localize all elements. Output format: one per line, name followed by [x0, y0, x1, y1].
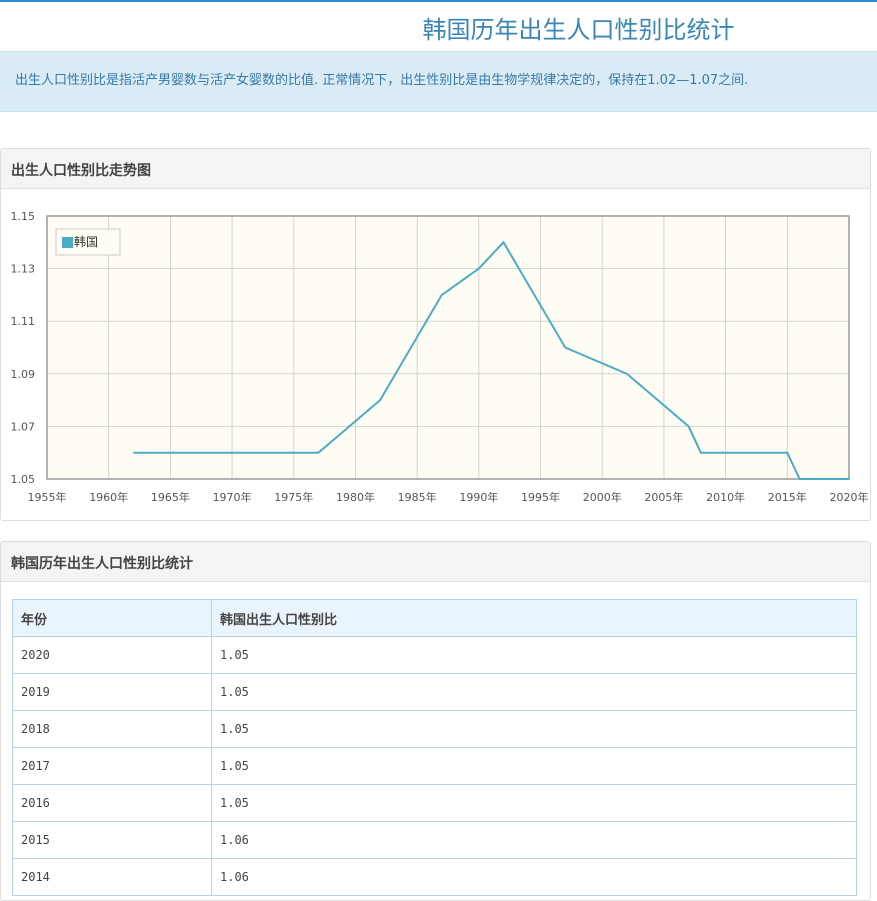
x-tick-label: 2005年 — [644, 490, 683, 504]
y-tick-label: 1.05 — [11, 473, 36, 486]
page-title: 韩国历年出生人口性别比统计 — [422, 16, 735, 44]
ratio-cell: 1.05 — [211, 784, 857, 822]
column-header-ratio: 韩国出生人口性别比 — [211, 599, 857, 637]
y-tick-label: 1.07 — [11, 420, 36, 433]
legend-label: 韩国 — [74, 234, 98, 249]
ratio-cell: 1.05 — [211, 673, 857, 711]
table-header-row: 年份 韩国出生人口性别比 — [12, 599, 857, 637]
sex-ratio-line-chart: 1955年 1960年 1965年 1970年 1975年 1980年 1985年 1990年… — [11, 210, 869, 504]
year-cell: 2018 — [12, 710, 212, 748]
chart-panel: 出生人口性别比走势图 1955年 1960年 1965年 1970年 1975年 1980… — [0, 148, 871, 521]
ratio-cell: 1.06 — [211, 858, 857, 896]
x-tick-label: 1970年 — [213, 490, 252, 504]
x-tick-label: 2020年 — [830, 490, 869, 504]
year-cell: 2016 — [12, 784, 212, 822]
table-row: 2014 1.06 — [12, 858, 857, 896]
sex-ratio-table: 年份 韩国出生人口性别比 2020 1.05 2019 1.05 2018 1.05 201… — [12, 599, 857, 896]
x-tick-label: 1985年 — [398, 490, 437, 504]
ratio-cell: 1.05 — [211, 636, 857, 674]
y-tick-label: 1.11 — [11, 315, 36, 328]
table-row: 2020 1.05 — [12, 636, 857, 674]
column-header-year: 年份 — [12, 599, 212, 637]
x-tick-label: 2015年 — [768, 490, 807, 504]
x-tick-label: 1975年 — [274, 490, 313, 504]
year-cell: 2015 — [12, 821, 212, 859]
top-accent-bar — [0, 0, 877, 2]
y-tick-label: 1.09 — [11, 368, 36, 381]
year-cell: 2017 — [12, 747, 212, 785]
x-tick-label: 1955年 — [28, 490, 67, 504]
table-row: 2017 1.05 — [12, 747, 857, 785]
plot-area — [47, 216, 849, 479]
table-row: 2019 1.05 — [12, 673, 857, 711]
table-row: 2018 1.05 — [12, 710, 857, 748]
x-tick-label: 1960年 — [89, 490, 128, 504]
x-tick-label: 1965年 — [151, 490, 190, 504]
legend-swatch — [62, 237, 73, 248]
ratio-cell: 1.05 — [211, 747, 857, 785]
ratio-cell: 1.05 — [211, 710, 857, 748]
year-cell: 2014 — [12, 858, 212, 896]
x-tick-label: 1990年 — [459, 490, 498, 504]
table-row: 2015 1.06 — [12, 821, 857, 859]
table-panel-title: 韩国历年出生人口性别比统计 — [1, 542, 870, 582]
ratio-cell: 1.06 — [211, 821, 857, 859]
chart-panel-title: 出生人口性别比走势图 — [1, 149, 870, 189]
year-cell: 2019 — [12, 673, 212, 711]
x-tick-label: 1980年 — [336, 490, 375, 504]
x-tick-label: 1995年 — [521, 490, 560, 504]
table-panel: 韩国历年出生人口性别比统计 年份 韩国出生人口性别比 2020 1.05 2019 1… — [0, 541, 871, 901]
y-tick-label: 1.13 — [11, 263, 36, 276]
year-cell: 2020 — [12, 636, 212, 674]
intro-text: 出生人口性别比是指活产男婴数与活产女婴数的比值. 正常情况下，出生性别比是由生物… — [0, 51, 877, 112]
table-row: 2016 1.05 — [12, 784, 857, 822]
y-tick-label: 1.15 — [11, 210, 36, 223]
x-tick-label: 2010年 — [706, 490, 745, 504]
x-tick-label: 2000年 — [583, 490, 622, 504]
